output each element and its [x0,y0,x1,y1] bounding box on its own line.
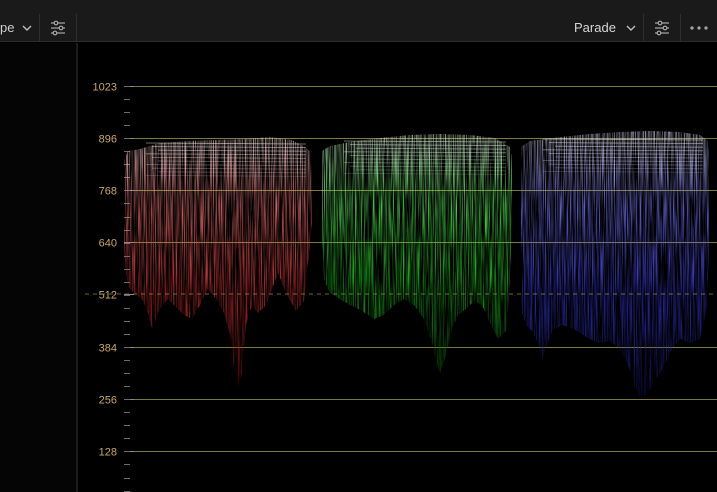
parade-graph: 1023 896 768 640 512 384 256 128 [77,43,717,492]
waveform-traces [124,131,709,399]
axis-labels: 1023 896 768 640 512 384 256 128 [93,82,117,459]
axis-label: 128 [99,447,117,459]
scope-type-selector-label[interactable]: pe [0,14,14,42]
scope-mode-selector-label[interactable]: Parade [574,14,616,42]
axis-label: 256 [99,395,117,407]
red-channel-trace [124,137,312,388]
axis-label: 640 [99,238,117,250]
sliders-icon[interactable] [644,14,680,42]
scope-toolbar: pe Parade [0,0,717,42]
sliders-icon[interactable] [40,14,76,42]
chevron-down-icon[interactable] [21,22,33,34]
axis-label: 512 [99,290,117,302]
axis-label: 768 [99,186,117,198]
toolbar-divider [76,14,77,42]
axis-label: 1023 [93,82,117,94]
axis-label: 896 [99,134,117,146]
chevron-down-icon[interactable] [625,22,637,34]
axis-label: 384 [99,343,117,355]
more-horizontal-icon[interactable] [681,14,717,42]
rgb-parade-scope: 1023 896 768 640 512 384 256 128 [0,43,717,492]
